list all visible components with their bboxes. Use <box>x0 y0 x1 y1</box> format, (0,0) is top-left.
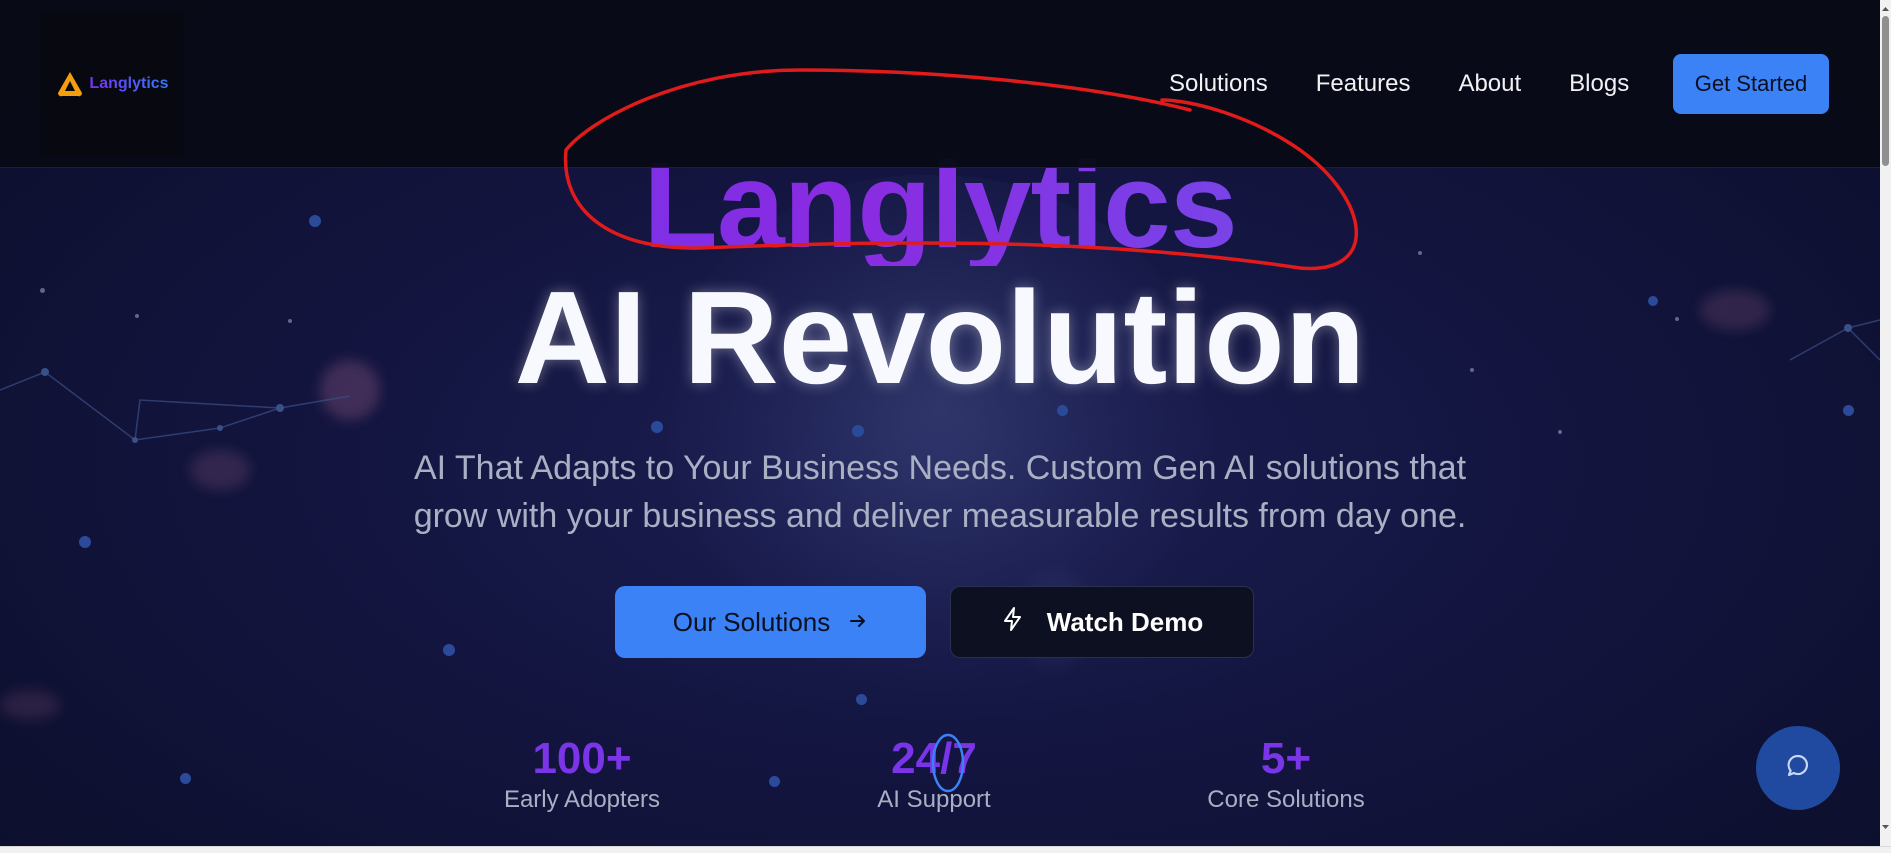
stat-label: Early Adopters <box>503 786 661 813</box>
scroll-up-arrow-icon[interactable] <box>1880 2 1891 14</box>
nav-link-blogs[interactable]: Blogs <box>1569 70 1629 98</box>
get-started-button[interactable]: Get Started <box>1673 54 1829 114</box>
top-navbar: Langlytics Solutions Features About Blog… <box>0 0 1880 168</box>
nav-link-solutions[interactable]: Solutions <box>1169 70 1268 98</box>
chat-widget-button[interactable] <box>1756 726 1840 810</box>
hero-subtitle-line: grow with your business and deliver meas… <box>413 497 1467 535</box>
scrollbar-thumb[interactable] <box>1882 16 1889 166</box>
stat-early-adopters: 100+ Early Adopters <box>452 733 712 815</box>
decorative-dot <box>852 425 864 437</box>
nav-links: Solutions Features About Blogs <box>1169 70 1677 98</box>
stat-value: 100+ <box>532 734 632 783</box>
our-solutions-label: Our Solutions <box>672 606 831 637</box>
decorative-dot <box>856 694 867 705</box>
stat-ai-support: 24/7 AI Support <box>804 733 1064 815</box>
hero-headline: AI Revolution <box>514 264 1366 411</box>
decorative-dot <box>769 776 780 787</box>
stat-core-solutions: 5+ Core Solutions <box>1156 733 1416 815</box>
langlytics-logo-icon <box>55 69 85 99</box>
scroll-down-arrow-icon[interactable] <box>1880 820 1891 832</box>
star-particle <box>1558 430 1562 434</box>
watch-demo-button[interactable]: Watch Demo <box>950 586 1254 658</box>
arrow-right-icon <box>848 607 868 638</box>
hero-subtitle: AI That Adapts to Your Business Needs. C… <box>0 444 1880 540</box>
stat-label: AI Support <box>877 786 991 813</box>
decorative-dot <box>180 773 191 784</box>
logo[interactable]: Langlytics <box>40 12 184 156</box>
decorative-dot <box>443 644 455 656</box>
logo-text: Langlytics <box>89 75 169 92</box>
watch-demo-label: Watch Demo <box>1046 606 1204 637</box>
nav-link-about[interactable]: About <box>1458 70 1521 98</box>
nav-link-features[interactable]: Features <box>1316 70 1411 98</box>
stat-label: Core Solutions <box>1207 786 1365 813</box>
lightning-icon <box>1001 606 1025 639</box>
chat-bubble-icon <box>1785 753 1811 784</box>
stat-value: 5+ <box>1260 734 1312 783</box>
stat-value: 24/7 <box>891 734 977 783</box>
background-glow <box>0 690 60 720</box>
our-solutions-button[interactable]: Our Solutions <box>615 586 926 658</box>
decorative-dot <box>1843 405 1854 416</box>
decorative-dot <box>651 421 663 433</box>
vertical-scrollbar[interactable] <box>1880 0 1891 846</box>
page-viewport: Langlytics AI Revolution AI That Adapts … <box>0 0 1880 846</box>
horizontal-scrollbar <box>0 846 1891 853</box>
hero-subtitle-line: AI That Adapts to Your Business Needs. C… <box>413 449 1467 487</box>
